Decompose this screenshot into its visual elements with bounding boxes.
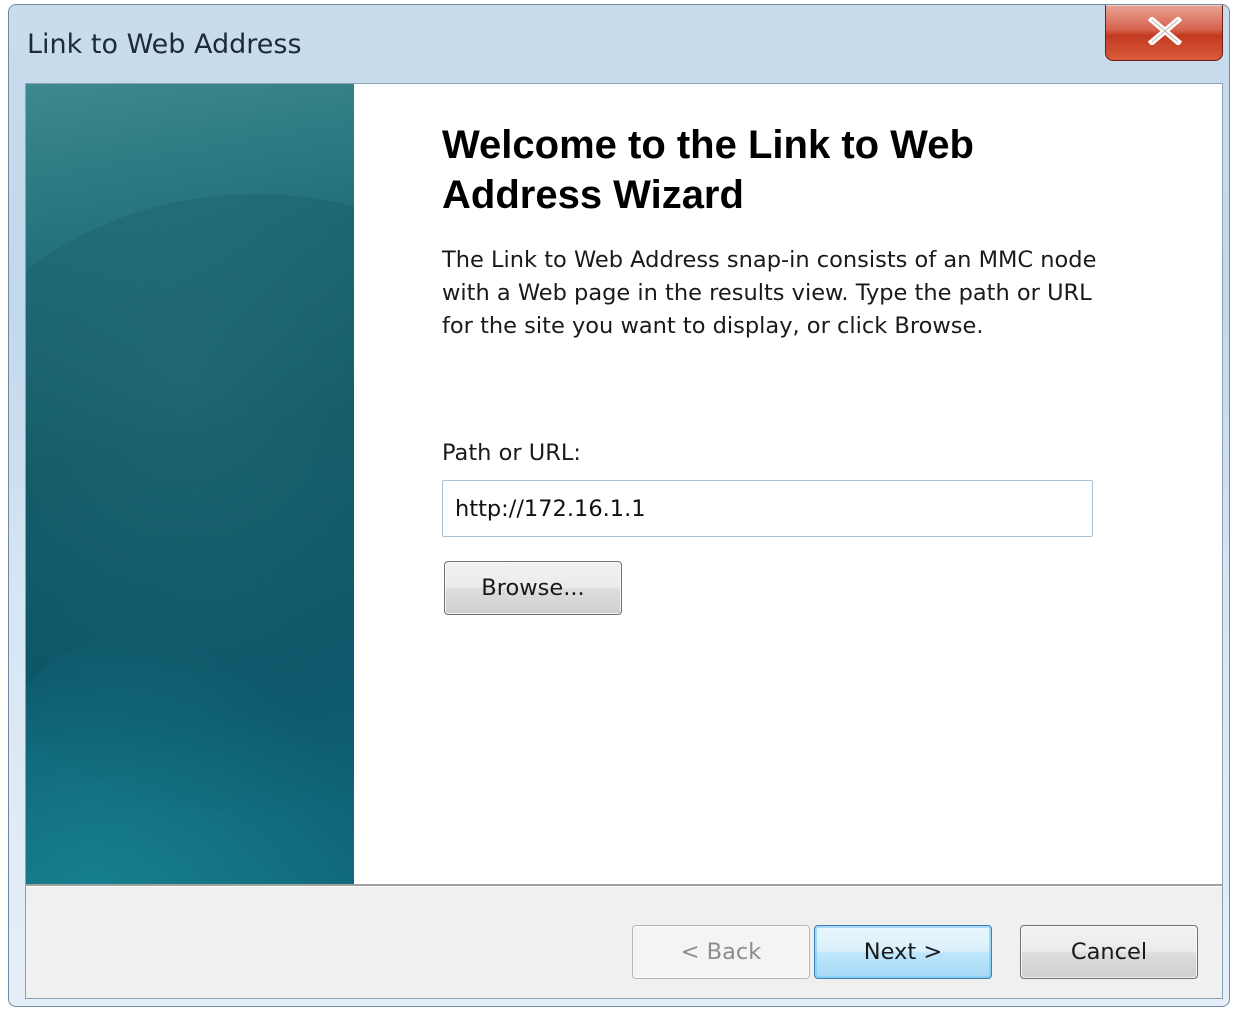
path-url-input[interactable] xyxy=(442,480,1093,537)
wizard-side-banner xyxy=(26,84,354,884)
close-icon xyxy=(1148,17,1182,45)
browse-button[interactable]: Browse... xyxy=(444,561,622,615)
back-button[interactable]: < Back xyxy=(632,925,810,979)
title-bar[interactable]: Link to Web Address xyxy=(9,5,1229,83)
wizard-content: Welcome to the Link to Web Address Wizar… xyxy=(354,84,1222,884)
wizard-window: Link to Web Address Welcome to the Link … xyxy=(8,4,1230,1007)
wizard-description: The Link to Web Address snap-in consists… xyxy=(442,247,1097,339)
next-button[interactable]: Next > xyxy=(814,925,992,979)
cancel-button[interactable]: Cancel xyxy=(1020,925,1198,979)
wizard-footer: < Back Next > Cancel xyxy=(26,887,1222,998)
wizard-client-area: Welcome to the Link to Web Address Wizar… xyxy=(25,83,1223,999)
close-button[interactable] xyxy=(1105,5,1223,61)
path-label: Path or URL: xyxy=(442,440,581,466)
window-title: Link to Web Address xyxy=(27,29,302,60)
wizard-heading: Welcome to the Link to Web Address Wizar… xyxy=(442,123,974,217)
